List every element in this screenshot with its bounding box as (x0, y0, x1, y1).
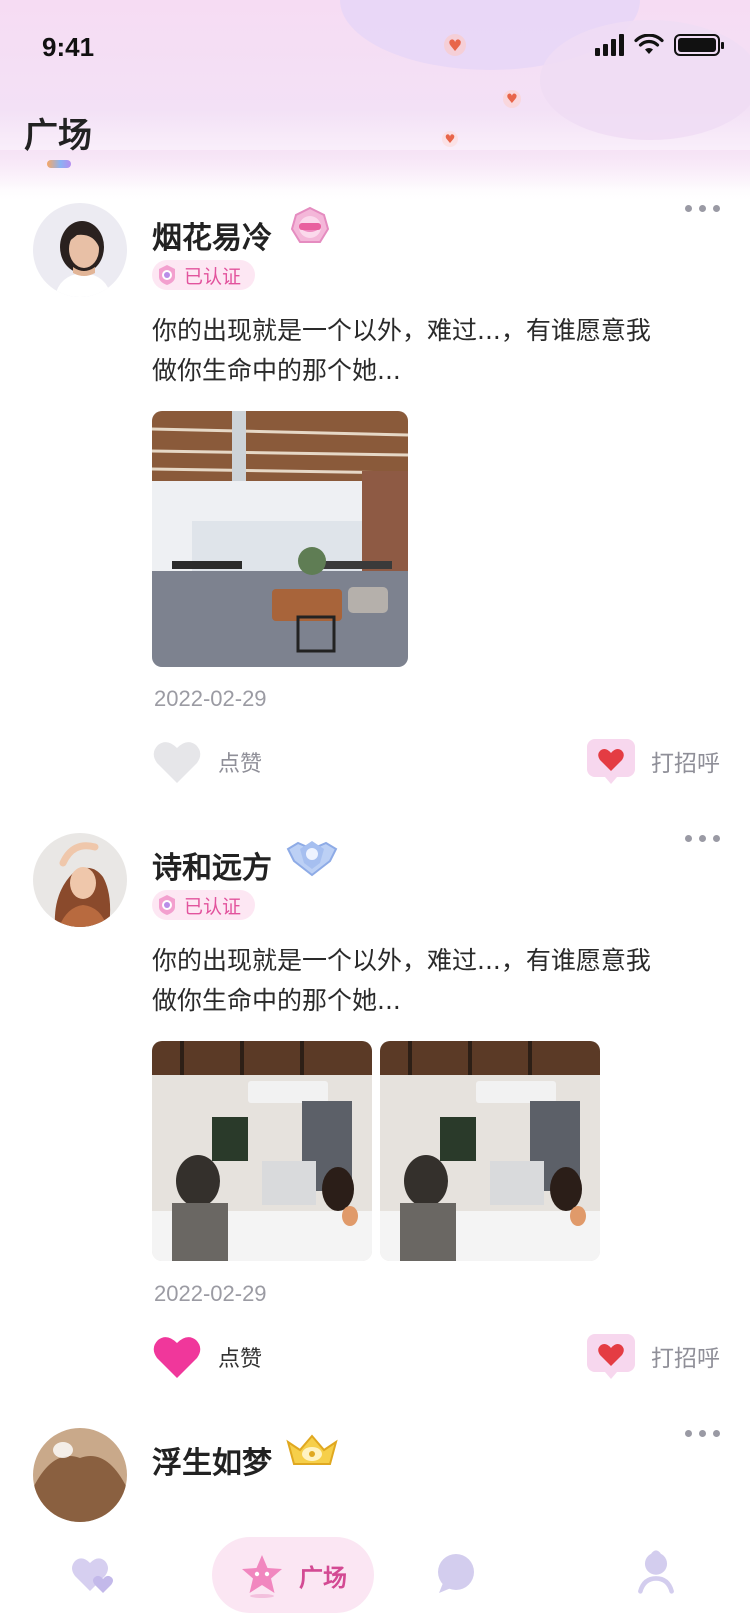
post-date: 2022-02-29 (154, 686, 267, 711)
post-text-line: 做你生命中的那个她... (152, 356, 401, 385)
greet-button[interactable]: 打招呼 (585, 737, 720, 785)
like-button[interactable]: 点赞 (152, 739, 262, 785)
post-text-line: 做你生命中的那个她... (152, 986, 401, 1015)
post-date: 2022-02-29 (154, 1281, 267, 1306)
heart-match-icon (72, 1558, 113, 1593)
status-time: 9:41 (42, 32, 95, 62)
verified-badge: 已认证 (152, 890, 256, 920)
post-photo[interactable] (152, 1041, 372, 1261)
feed-list[interactable]: 烟花易冷 已认证 你的出现就是一个以外，难过...，有谁愿意我 做你生命中的那个… (0, 195, 750, 1525)
tab-plaza-label: 广场 (299, 1563, 347, 1592)
more-options-button[interactable] (685, 835, 720, 842)
tab-match[interactable] (70, 1551, 116, 1597)
status-bar: 9:41 (0, 0, 750, 96)
verified-label: 已认证 (184, 895, 242, 918)
verified-label: 已认证 (184, 265, 242, 288)
post-text: 你的出现就是一个以外，难过...，有谁愿意我 做你生命中的那个她... (152, 311, 712, 391)
heart-outline-icon (153, 742, 201, 783)
post-photo[interactable] (380, 1041, 600, 1261)
profile-icon (638, 1550, 674, 1594)
greet-label: 打招呼 (651, 751, 720, 777)
battery-icon (674, 34, 724, 56)
verified-badge: 已认证 (152, 260, 256, 290)
page-title: 广场 (24, 116, 92, 156)
avatar[interactable] (33, 833, 127, 927)
greet-heart-bubble-icon (587, 1334, 635, 1379)
feed-post: 浮生如梦 (0, 1420, 750, 1525)
tab-profile[interactable] (633, 1549, 679, 1595)
feed-post: 烟花易冷 已认证 你的出现就是一个以外，难过...，有谁愿意我 做你生命中的那个… (0, 195, 750, 825)
wifi-icon (634, 34, 664, 54)
username[interactable]: 烟花易冷 (152, 213, 272, 257)
feed-post: 诗和远方 已认证 你的出现就是一个以外，难过...，有谁愿意我 做你生命中的那个… (0, 825, 750, 1420)
chat-bubble-icon (438, 1554, 474, 1593)
avatar[interactable] (33, 203, 127, 297)
post-text-line: 你的出现就是一个以外，难过...，有谁愿意我 (152, 946, 651, 975)
star-plaza-icon (242, 1555, 282, 1598)
tab-bar: 广场 (0, 1525, 750, 1624)
post-text-line: 你的出现就是一个以外，难过...，有谁愿意我 (152, 316, 651, 345)
username[interactable]: 诗和远方 (152, 843, 272, 887)
lotus-level-badge-icon (290, 206, 330, 243)
like-button[interactable]: 点赞 (152, 1334, 262, 1380)
more-options-button[interactable] (685, 1430, 720, 1437)
post-photo[interactable] (152, 411, 408, 667)
greet-heart-bubble-icon (587, 739, 635, 784)
greet-button[interactable]: 打招呼 (585, 1332, 720, 1380)
diamond-level-badge-icon (286, 841, 338, 877)
tab-plaza[interactable]: 广场 (212, 1537, 374, 1613)
verified-shield-icon (159, 265, 175, 285)
username[interactable]: 浮生如梦 (152, 1438, 272, 1482)
verified-shield-icon (159, 895, 175, 915)
title-underline (47, 160, 71, 168)
like-label: 点赞 (218, 752, 263, 777)
avatar[interactable] (33, 1428, 127, 1522)
tab-messages[interactable] (433, 1551, 479, 1597)
cellular-signal-icon (595, 34, 624, 56)
heart-filled-icon (153, 1337, 201, 1378)
greet-label: 打招呼 (651, 1346, 720, 1372)
like-label: 点赞 (218, 1347, 263, 1372)
post-text: 你的出现就是一个以外，难过...，有谁愿意我 做你生命中的那个她... (152, 941, 712, 1021)
status-icons (595, 34, 724, 56)
more-options-button[interactable] (685, 205, 720, 212)
crown-level-badge-icon (286, 1434, 338, 1465)
floating-heart-icon: ♥ (442, 131, 458, 147)
